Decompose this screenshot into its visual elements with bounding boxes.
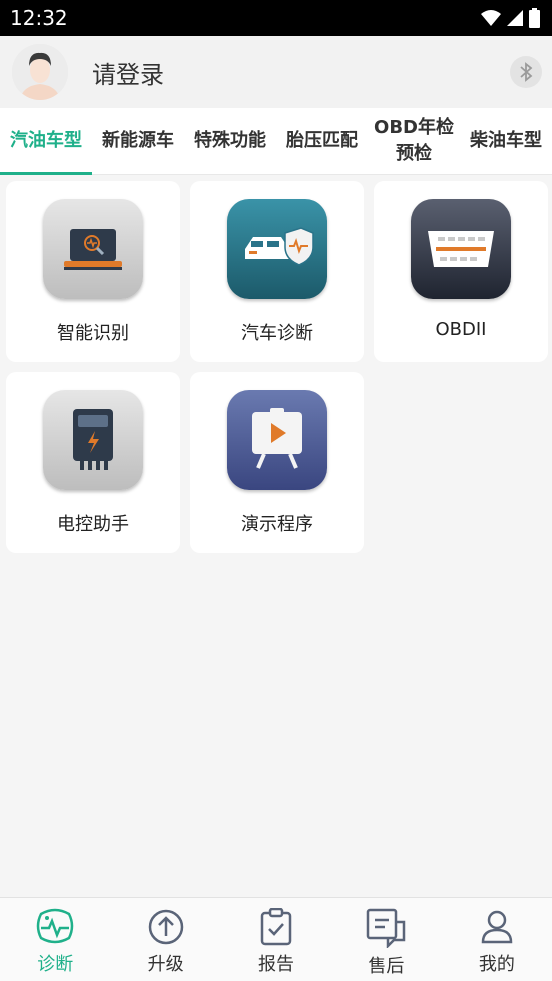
bluetooth-icon <box>520 62 533 82</box>
status-icons <box>481 8 540 28</box>
nav-after-sales[interactable]: 售后 <box>331 898 441 981</box>
status-bar: 12:32 <box>0 0 552 36</box>
tab-new-energy[interactable]: 新能源车 <box>92 108 184 174</box>
nav-label: 升级 <box>147 954 184 975</box>
user-header: 请登录 <box>0 36 552 108</box>
nav-label: 我的 <box>478 954 515 975</box>
avatar-face-icon <box>12 44 68 100</box>
card-label: 汽车诊断 <box>241 323 313 344</box>
tab-special-functions[interactable]: 特殊功能 <box>184 108 276 174</box>
diagnose-icon <box>36 908 74 944</box>
nav-report[interactable]: 报告 <box>221 898 331 981</box>
card-label: 演示程序 <box>241 514 313 535</box>
tab-diesel[interactable]: 柴油车型 <box>460 108 552 174</box>
card-label: 电控助手 <box>57 514 129 535</box>
card-obdii[interactable]: OBDII <box>374 181 548 362</box>
after-sales-icon <box>367 908 406 948</box>
card-smart-identify[interactable]: 智能识别 <box>6 181 180 362</box>
nav-label: 诊断 <box>37 954 74 975</box>
tab-gasoline[interactable]: 汽油车型 <box>0 108 92 175</box>
tab-tpms[interactable]: 胎压匹配 <box>276 108 368 174</box>
card-ecu-assistant[interactable]: 电控助手 <box>6 372 180 553</box>
function-grid: 智能识别 汽车诊断 OBDII 电控助手 演示程序 <box>0 175 552 553</box>
upgrade-icon <box>148 909 183 945</box>
profile-icon <box>481 910 513 944</box>
car-shield-icon <box>227 199 327 299</box>
card-car-diagnosis[interactable]: 汽车诊断 <box>190 181 364 362</box>
nav-profile[interactable]: 我的 <box>442 898 552 981</box>
ecu-assistant-icon <box>43 390 143 490</box>
category-tabs: 汽油车型 新能源车 特殊功能 胎压匹配 OBD年检预检 柴油车型 <box>0 108 552 175</box>
tab-obd-inspection[interactable]: OBD年检预检 <box>368 108 460 174</box>
nav-upgrade[interactable]: 升级 <box>110 898 220 981</box>
card-label: OBDII <box>435 319 487 340</box>
avatar[interactable] <box>12 44 68 100</box>
card-demo-program[interactable]: 演示程序 <box>190 372 364 553</box>
signal-icon <box>507 10 523 26</box>
card-label: 智能识别 <box>57 323 129 344</box>
bluetooth-button[interactable] <box>510 56 542 88</box>
battery-icon <box>529 8 540 28</box>
nav-label: 售后 <box>368 956 405 977</box>
bottom-navigation: 诊断 升级 报告 售后 我的 <box>0 897 552 981</box>
laptop-diagnostic-icon <box>43 199 143 299</box>
login-prompt[interactable]: 请登录 <box>92 55 164 90</box>
nav-label: 报告 <box>258 954 295 975</box>
report-icon <box>260 908 292 946</box>
demo-play-icon <box>227 390 327 490</box>
obd-connector-icon <box>411 199 511 299</box>
wifi-icon <box>481 10 501 26</box>
status-time: 12:32 <box>10 6 68 30</box>
nav-diagnose[interactable]: 诊断 <box>0 898 110 981</box>
